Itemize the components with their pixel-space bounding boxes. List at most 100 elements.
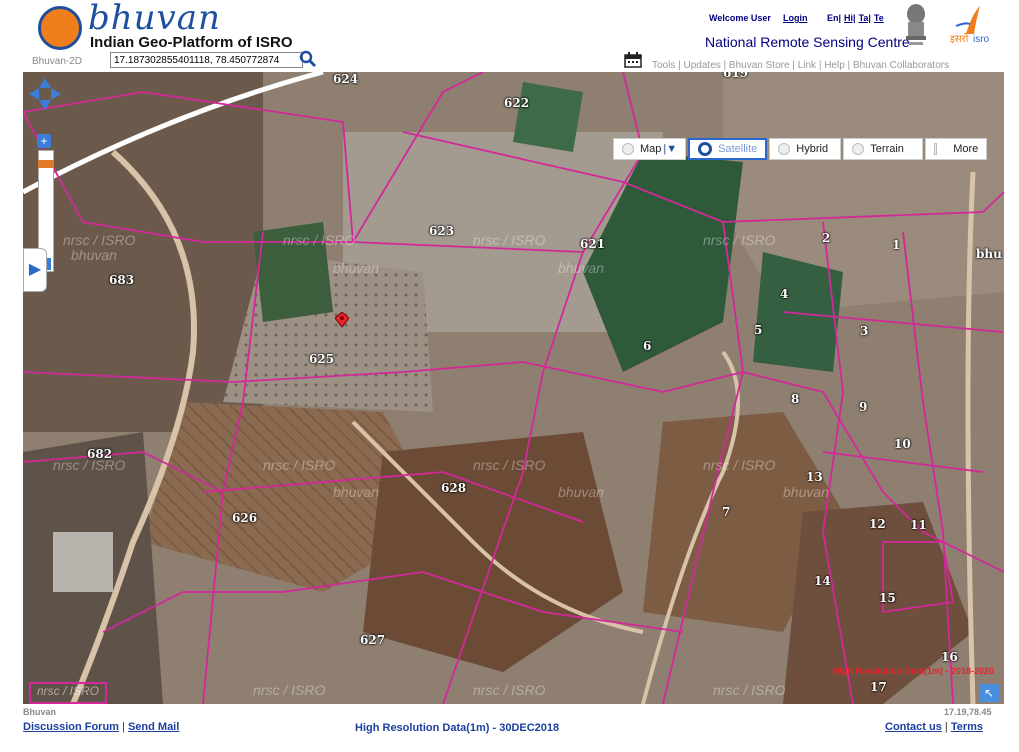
hires-data-tag: High Resolution Data(1m) - 2018-2020 xyxy=(833,666,995,676)
parcel-label: bhu xyxy=(976,247,1002,261)
parcel-label: 5 xyxy=(754,323,763,337)
parcel-label: 15 xyxy=(879,591,896,605)
zoom-handle[interactable] xyxy=(38,160,54,168)
collaborators-link[interactable]: Bhuvan Collaborators xyxy=(853,60,949,71)
bhuvan-watermark: bhuvan xyxy=(333,260,379,276)
cursor-coordinates: 17.19,78.45 xyxy=(944,707,992,717)
dropdown-icon: |▼ xyxy=(663,143,678,155)
lang-te[interactable]: Te xyxy=(874,13,884,23)
nrsc-watermark: nrsc / ISRO xyxy=(713,682,786,698)
parcel-label: 683 xyxy=(109,273,135,287)
radio-icon xyxy=(778,143,791,155)
parcel-label: 625 xyxy=(309,352,335,366)
discussion-forum-link[interactable]: Discussion Forum xyxy=(23,721,119,733)
isro-logo: इसरो isro xyxy=(946,4,994,46)
nrsc-watermark: nrsc / ISRO xyxy=(703,457,776,473)
bhuvan-watermark: bhuvan xyxy=(783,484,829,500)
parcel-label: 1 xyxy=(892,238,901,252)
side-panel-toggle[interactable]: ▶ xyxy=(23,248,47,292)
search-icon[interactable] xyxy=(299,50,317,68)
updates-link[interactable]: Updates xyxy=(684,60,721,71)
parcel-label: 623 xyxy=(429,224,455,238)
india-map-icon xyxy=(38,6,82,50)
lang-ta[interactable]: Ta| xyxy=(859,13,871,23)
bhuvan-watermark: bhuvan xyxy=(558,484,604,500)
help-link[interactable]: Help xyxy=(824,60,845,71)
link-link[interactable]: Link xyxy=(798,60,816,71)
nrsc-watermark: nrsc / ISRO xyxy=(473,232,546,248)
map-type-label: Map xyxy=(640,143,662,155)
radio-icon xyxy=(622,143,634,155)
parcel-label: 626 xyxy=(232,511,258,525)
parcel-label: 16 xyxy=(941,650,958,664)
calendar-icon[interactable] xyxy=(624,52,642,68)
map-type-hybrid-button[interactable]: Hybrid xyxy=(769,138,842,160)
logo-subtitle: Indian Geo-Platform of ISRO xyxy=(90,34,293,51)
send-mail-link[interactable]: Send Mail xyxy=(128,721,179,733)
parcel-label: 6 xyxy=(643,339,652,353)
login-link[interactable]: Login xyxy=(783,13,808,23)
zoom-in-button[interactable]: + xyxy=(37,134,51,148)
map-type-terrain-button[interactable]: Terrain xyxy=(843,138,924,160)
coordinate-search-input[interactable] xyxy=(110,52,303,68)
parcel-label: 622 xyxy=(504,96,530,110)
parcel-label: 7 xyxy=(722,505,731,519)
map-type-more-button[interactable]: More xyxy=(925,138,988,160)
parcel-label: 17 xyxy=(870,680,887,694)
nrsc-watermark: nrsc / ISRO xyxy=(283,232,356,248)
parcel-label: 2 xyxy=(822,231,831,245)
nrsc-watermark: nrsc / ISRO xyxy=(63,232,136,248)
parcel-label: 628 xyxy=(441,481,467,495)
data-date-text: High Resolution Data(1m) - 30DEC2018 xyxy=(355,722,560,734)
map-type-map-button[interactable]: Map |▼ xyxy=(613,138,687,160)
bhuvan-watermark: bhuvan xyxy=(333,484,379,500)
nrsc-watermark: nrsc / ISRO xyxy=(703,232,776,248)
parcel-label: 8 xyxy=(791,392,800,406)
terms-link[interactable]: Terms xyxy=(951,721,983,733)
pan-control[interactable] xyxy=(27,76,63,112)
map-imagery xyxy=(23,72,1004,704)
radio-icon xyxy=(852,143,865,155)
bhuvan-watermark: bhuvan xyxy=(71,247,117,263)
welcome-text: Welcome User xyxy=(709,13,771,23)
map-type-label: Satellite xyxy=(718,143,758,155)
tools-link[interactable]: Tools xyxy=(652,60,675,71)
lang-hi[interactable]: Hi| xyxy=(844,13,856,23)
bhuvan-store-link[interactable]: Bhuvan Store xyxy=(729,60,790,71)
parcel-label: 9 xyxy=(859,400,868,414)
parcel-label: 621 xyxy=(580,237,606,251)
parcel-label: 619 xyxy=(723,72,749,80)
top-nav-links: Tools | Updates | Bhuvan Store | Link | … xyxy=(652,60,950,71)
cursor-arrow-icon[interactable]: ↖ xyxy=(979,684,999,702)
parcel-label: 3 xyxy=(860,324,869,338)
parcel-label: 11 xyxy=(910,518,927,532)
map-type-switcher: Map |▼ Satellite Hybrid Terrain More xyxy=(613,138,989,162)
mode-label: Bhuvan-2D xyxy=(32,56,83,67)
radio-selected-icon xyxy=(698,142,713,156)
contact-us-link[interactable]: Contact us xyxy=(885,721,942,733)
checkbox-icon xyxy=(934,143,938,155)
parcel-label: 682 xyxy=(87,447,113,461)
svg-text:इसरो: इसरो xyxy=(950,33,969,45)
logo-wordmark: bhuvan xyxy=(88,0,221,38)
bhuvan-logo[interactable]: bhuvan Indian Geo-Platform of ISRO xyxy=(38,0,298,54)
nrsc-watermark: nrsc / ISRO xyxy=(473,457,546,473)
footer-left-links: Discussion Forum | Send Mail xyxy=(23,721,180,733)
parcel-label: 624 xyxy=(333,72,359,86)
map-type-satellite-button[interactable]: Satellite xyxy=(688,138,768,160)
footer-label: Bhuvan xyxy=(23,707,57,717)
language-selector: En| Hi| Ta| Te xyxy=(827,13,884,23)
map-type-label: Hybrid xyxy=(796,143,829,155)
nrsc-watermark: nrsc / ISRO xyxy=(473,682,546,698)
map-type-label: Terrain xyxy=(870,143,904,155)
satellite-map[interactable]: nrsc / ISRO nrsc / ISRO nrsc / ISRO nrsc… xyxy=(23,72,1004,704)
parcel-label: 13 xyxy=(806,470,823,484)
map-type-label: More xyxy=(953,143,979,155)
nrsc-watermark: nrsc / ISRO xyxy=(253,682,326,698)
org-name: National Remote Sensing Centre xyxy=(705,34,910,50)
location-marker-icon[interactable] xyxy=(335,312,349,328)
parcel-label: 14 xyxy=(814,574,831,588)
bhuvan-watermark: bhuvan xyxy=(558,260,604,276)
lang-en[interactable]: En| xyxy=(827,13,841,23)
svg-text:isro: isro xyxy=(973,34,990,45)
